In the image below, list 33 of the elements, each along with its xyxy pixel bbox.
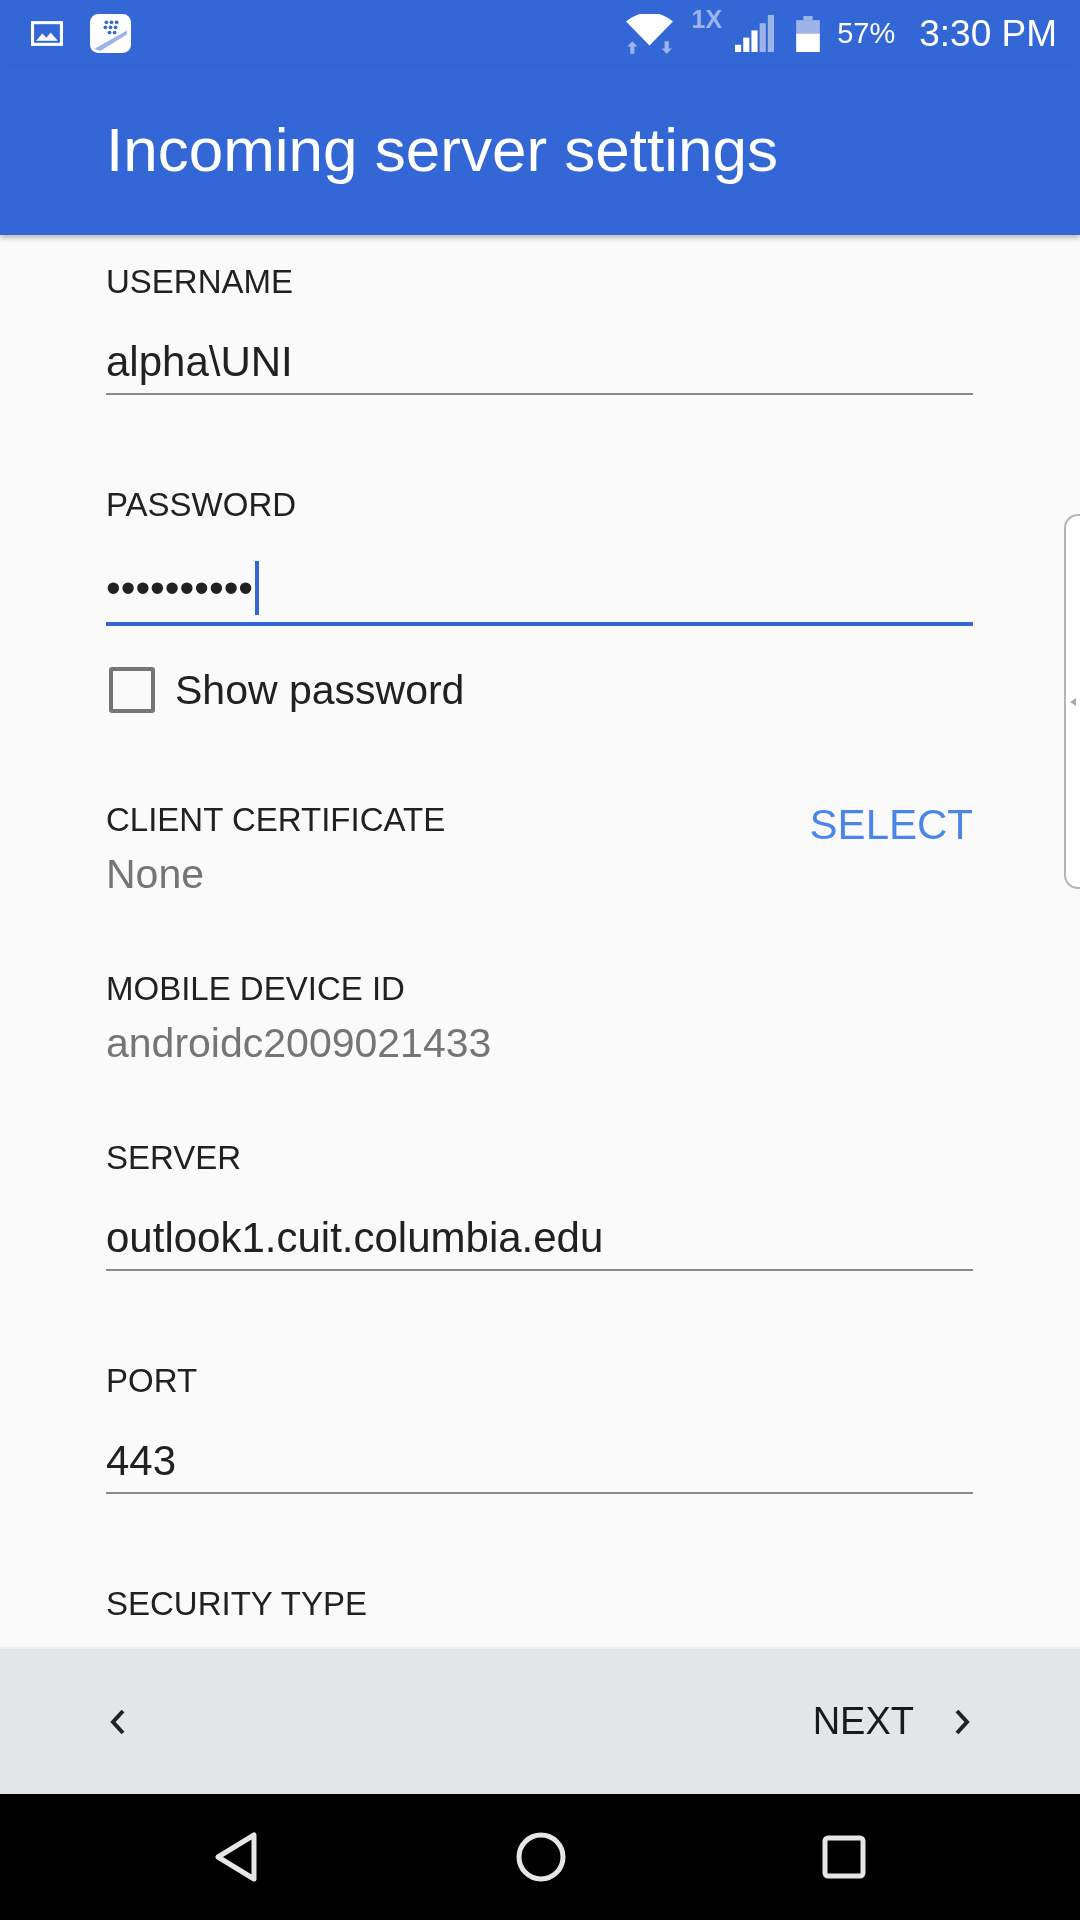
field-label: PORT (106, 1362, 198, 1400)
text-field[interactable]: •••••••••• (106, 555, 973, 626)
chevron-right-icon (954, 1708, 970, 1735)
text-field[interactable]: 443 (106, 1431, 973, 1494)
field-label: USERNAME (106, 263, 294, 301)
field-label: SECURITY TYPE (106, 1585, 368, 1623)
back-icon[interactable] (214, 1832, 258, 1882)
recents-icon[interactable] (822, 1835, 866, 1879)
next-button[interactable]: NEXT (812, 1700, 970, 1743)
field-value: None (106, 850, 204, 898)
field-label: SERVER (106, 1139, 242, 1177)
text-field[interactable]: outlook1.cuit.columbia.edu (106, 1208, 973, 1271)
app-tile-icon (90, 14, 131, 53)
text-field[interactable]: alpha\UNI (106, 332, 973, 395)
image-icon (31, 21, 63, 46)
triangle-left-icon (1070, 697, 1076, 706)
network-type-label: 1X (691, 6, 723, 32)
checkbox-label[interactable]: Show password (175, 666, 465, 714)
clock-time: 3:30 PM (919, 12, 1057, 55)
field-label: MOBILE DEVICE ID (106, 970, 405, 1008)
wifi-icon (624, 13, 674, 54)
battery-percent: 57% (837, 17, 896, 50)
checkbox[interactable] (109, 667, 155, 713)
battery-icon (796, 15, 821, 52)
signal-icon (735, 15, 775, 52)
home-icon[interactable] (516, 1832, 566, 1882)
field-label: PASSWORD (106, 486, 297, 524)
field-value: androidc2009021433 (106, 1019, 492, 1067)
text-cursor-icon (255, 561, 260, 615)
chevron-left-icon[interactable] (110, 1708, 126, 1735)
screen-title: Incoming server settings (106, 114, 778, 186)
field-label: CLIENT CERTIFICATE (106, 801, 446, 839)
edge-panel-handle[interactable] (1064, 514, 1080, 889)
